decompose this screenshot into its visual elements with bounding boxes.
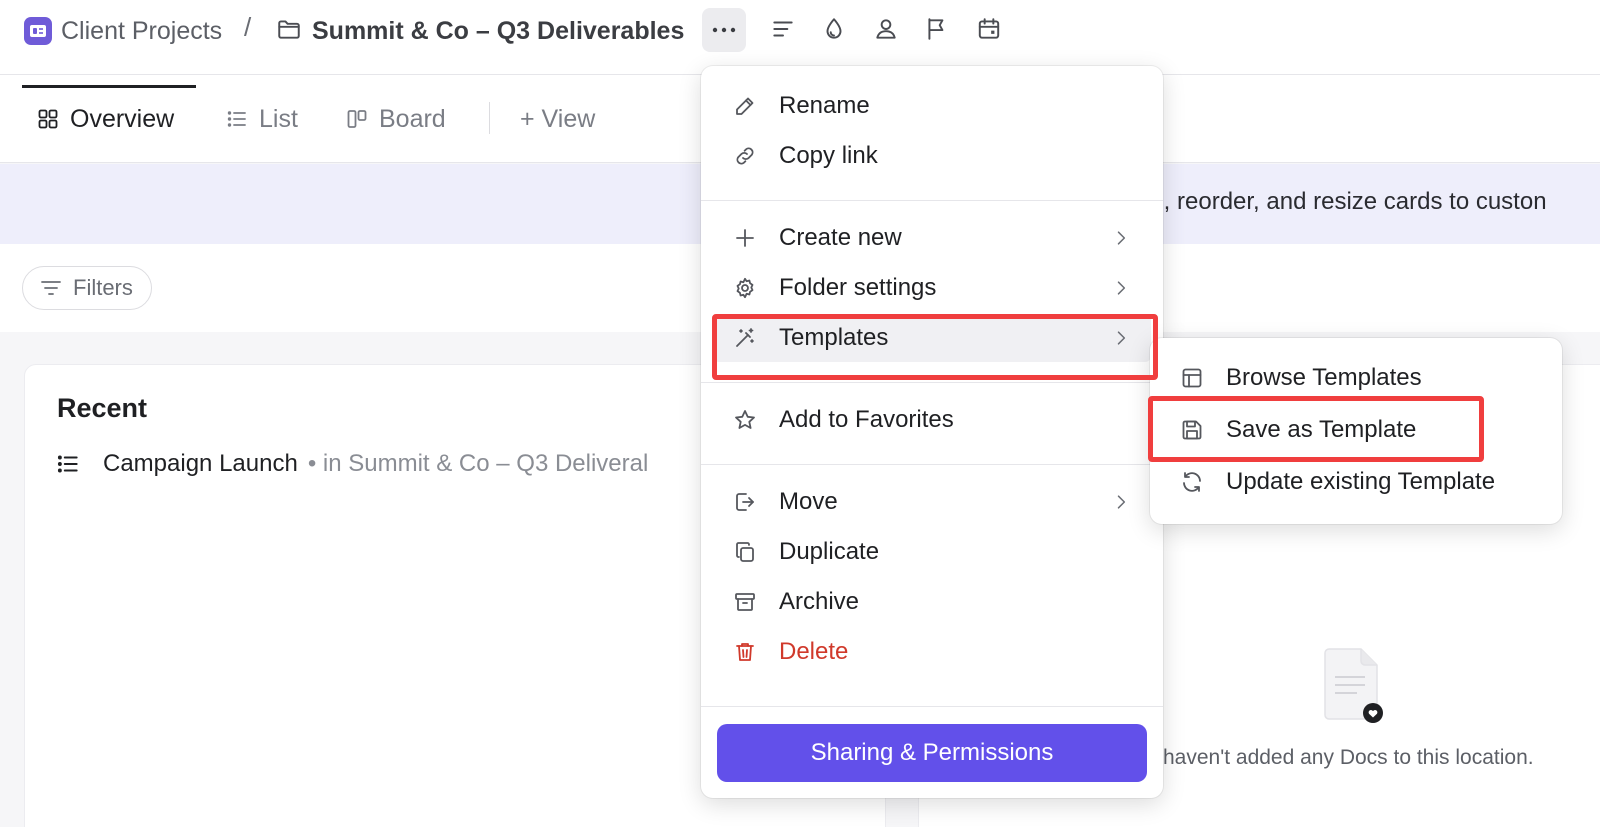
breadcrumb-separator: / <box>244 12 252 42</box>
menu-item-rename-label: Rename <box>779 92 870 119</box>
menu-divider <box>701 200 1163 201</box>
banner-text: ld, reorder, and resize cards to custon <box>1145 188 1547 215</box>
folder-context-menu: Rename Copy link Create new Folder setti… <box>701 66 1163 798</box>
tab-list-label: List <box>259 104 298 133</box>
menu-item-templates-label: Templates <box>779 324 889 351</box>
menu-item-duplicate[interactable]: Duplicate <box>701 528 1163 576</box>
recent-title: Recent <box>57 393 148 423</box>
menu-item-copy-link-label: Copy link <box>779 142 878 169</box>
active-tab-indicator <box>22 85 196 88</box>
menu-item-add-to-favorites-label: Add to Favorites <box>779 406 954 433</box>
calendar-icon[interactable] <box>976 16 1002 42</box>
menu-item-move[interactable]: Move <box>701 478 1163 526</box>
menu-divider <box>701 464 1163 465</box>
menu-item-templates[interactable]: Templates <box>713 314 1151 362</box>
submenu-item-update-template[interactable]: Update existing Template <box>1150 458 1562 506</box>
star-icon <box>733 408 757 432</box>
overview-grid-icon <box>38 109 58 129</box>
menu-item-folder-settings[interactable]: Folder settings <box>701 264 1163 312</box>
list-icon <box>227 111 246 127</box>
menu-item-delete-label: Delete <box>779 638 849 665</box>
description-icon[interactable] <box>770 16 796 42</box>
tab-overview-label: Overview <box>70 104 175 133</box>
breadcrumb-space[interactable]: Client Projects <box>61 14 222 48</box>
ellipsis-icon <box>712 27 736 33</box>
menu-item-rename[interactable]: Rename <box>701 82 1163 130</box>
top-bar: Client Projects / Summit & Co – Q3 Deliv… <box>0 0 1600 75</box>
docs-empty-text: haven't added any Docs to this location. <box>1163 746 1534 769</box>
menu-divider <box>701 706 1163 707</box>
list-icon <box>57 455 78 473</box>
recent-item-name: Campaign Launch <box>103 450 298 477</box>
assignee-icon[interactable] <box>873 16 899 42</box>
menu-item-archive[interactable]: Archive <box>701 578 1163 626</box>
menu-item-folder-settings-label: Folder settings <box>779 274 937 301</box>
tab-add-view-label: + View <box>520 104 596 133</box>
tab-list[interactable]: List <box>225 99 298 139</box>
submenu-item-browse-label: Browse Templates <box>1226 364 1422 391</box>
menu-item-copy-link[interactable]: Copy link <box>701 132 1163 180</box>
tab-overview[interactable]: Overview <box>36 99 174 139</box>
space-icon[interactable] <box>24 17 52 45</box>
template-layout-icon <box>1180 366 1204 390</box>
flag-icon[interactable] <box>924 16 950 42</box>
archive-icon <box>733 590 757 614</box>
magic-wand-icon <box>733 326 757 350</box>
duplicate-icon <box>733 540 757 564</box>
move-icon <box>733 490 757 514</box>
add-view-button[interactable]: + View <box>520 99 595 139</box>
save-disk-icon <box>1180 418 1204 442</box>
refresh-icon <box>1180 470 1204 494</box>
list-item[interactable]: Campaign Launch • in Summit & Co – Q3 De… <box>55 447 648 481</box>
tab-board[interactable]: Board <box>345 99 446 139</box>
chevron-right-icon <box>1111 328 1131 348</box>
trash-icon <box>733 640 757 664</box>
filter-icon <box>41 281 61 295</box>
gear-icon <box>733 276 757 300</box>
menu-item-add-to-favorites[interactable]: Add to Favorites <box>701 396 1163 444</box>
tab-board-label: Board <box>379 104 446 133</box>
submenu-item-update-label: Update existing Template <box>1226 468 1496 495</box>
submenu-item-browse-templates[interactable]: Browse Templates <box>1150 354 1562 402</box>
filters-button[interactable]: Filters <box>22 266 152 310</box>
breadcrumb-folder[interactable]: Summit & Co – Q3 Deliverables <box>312 14 684 48</box>
menu-item-create-new[interactable]: Create new <box>701 214 1163 262</box>
plus-icon <box>733 226 757 250</box>
menu-item-archive-label: Archive <box>779 588 860 615</box>
chevron-right-icon <box>1111 492 1131 512</box>
menu-item-create-new-label: Create new <box>779 224 902 251</box>
tab-divider <box>489 102 490 134</box>
link-icon <box>733 144 757 168</box>
menu-item-delete[interactable]: Delete <box>701 628 1163 676</box>
menu-item-move-label: Move <box>779 488 838 515</box>
chevron-right-icon <box>1111 278 1131 298</box>
submenu-item-save-label: Save as Template <box>1226 416 1417 443</box>
more-options-button[interactable] <box>702 8 746 52</box>
templates-submenu: Browse Templates Save as Template Update… <box>1150 338 1562 524</box>
menu-item-duplicate-label: Duplicate <box>779 538 880 565</box>
pencil-icon <box>733 94 757 118</box>
chevron-right-icon <box>1111 228 1131 248</box>
sharing-permissions-button[interactable]: Sharing & Permissions <box>717 724 1147 782</box>
filters-label: Filters <box>73 275 133 300</box>
doc-illustration-icon <box>1323 645 1385 725</box>
folder-icon <box>276 16 302 42</box>
board-icon <box>347 110 367 128</box>
color-drop-icon[interactable] <box>821 16 847 42</box>
menu-divider <box>701 382 1163 383</box>
submenu-item-save-as-template[interactable]: Save as Template <box>1150 406 1562 454</box>
recent-item-location: • in Summit & Co – Q3 Deliveral <box>307 450 649 477</box>
